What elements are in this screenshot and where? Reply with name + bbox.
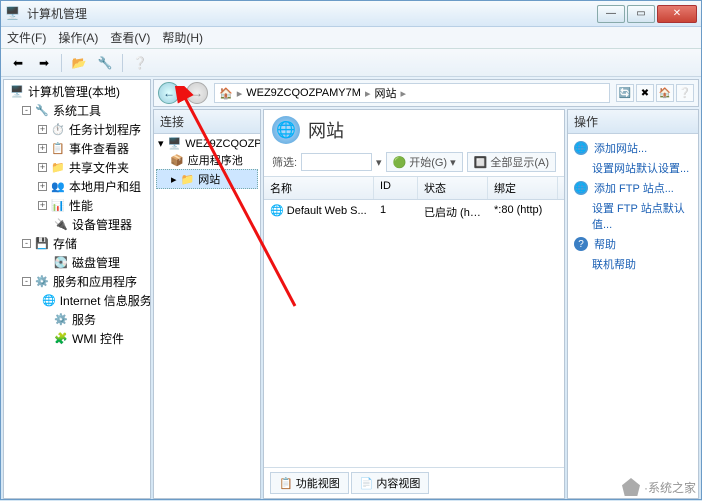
toolbar: ⬅ ➡ 📂 🔧 ❔ <box>1 49 701 77</box>
close-button[interactable]: ✕ <box>657 5 697 23</box>
action-ftp-defaults[interactable]: 设置 FTP 站点默认值... <box>574 198 692 234</box>
tree-storage[interactable]: -💾存储 <box>6 234 148 253</box>
tree-eventviewer[interactable]: +📋事件查看器 <box>6 139 148 158</box>
tree-iis[interactable]: 🌐Internet 信息服务(IIS)管 <box>6 291 148 310</box>
tree-perf[interactable]: +📊性能 <box>6 196 148 215</box>
nav-back-button[interactable]: ← <box>158 82 180 104</box>
connections-header: 连接 <box>154 110 260 134</box>
tree-devmgr[interactable]: 🔌设备管理器 <box>6 215 148 234</box>
tree-localusers[interactable]: +👥本地用户和组 <box>6 177 148 196</box>
sites-grid: 名称 ID 状态 绑定 🌐 Default Web S... 1 已启动 (ht… <box>264 176 564 467</box>
nav-forward-button[interactable]: → <box>186 82 208 104</box>
conn-host[interactable]: ▾🖥️WEZ9ZCQOZPAMY7I <box>156 136 258 151</box>
col-binding[interactable]: 绑定 <box>488 177 558 199</box>
tree-services[interactable]: ⚙️服务 <box>6 310 148 329</box>
up-icon[interactable]: 📂 <box>68 52 90 74</box>
titlebar: 🖥️ 计算机管理 — ▭ ✕ <box>1 1 701 27</box>
table-row[interactable]: 🌐 Default Web S... 1 已启动 (ht... *:80 (ht… <box>264 200 564 224</box>
menu-action[interactable]: 操作(A) <box>58 29 98 46</box>
sites-icon: 🌐 <box>272 116 300 144</box>
filter-label: 筛选: <box>272 154 297 170</box>
forward-icon[interactable]: ➡ <box>33 52 55 74</box>
home-icon: 🏠 <box>219 87 233 100</box>
tree-wmi[interactable]: 🧩WMI 控件 <box>6 329 148 348</box>
conn-sites[interactable]: ▸📁网站 <box>156 169 258 189</box>
filter-input[interactable] <box>301 153 372 171</box>
tree-shared[interactable]: +📁共享文件夹 <box>6 158 148 177</box>
help-icon[interactable]: ❔ <box>129 52 151 74</box>
page-title: 网站 <box>308 117 344 143</box>
app-icon: 🖥️ <box>5 6 21 22</box>
breadcrumb[interactable]: 🏠 ▸ WEZ9ZCQOZPAMY7M ▸ 网站 ▸ <box>214 83 610 103</box>
addr-home-icon[interactable]: 🏠 <box>656 84 674 102</box>
help-circle-icon: ? <box>574 237 588 251</box>
menu-file[interactable]: 文件(F) <box>7 29 46 46</box>
action-add-ftp[interactable]: 🌐添加 FTP 站点... <box>574 178 692 198</box>
actions-header: 操作 <box>568 110 698 134</box>
addr-help-icon[interactable]: ❔ <box>676 84 694 102</box>
connections-pane: 连接 ▾🖥️WEZ9ZCQOZPAMY7I 📦应用程序池 ▸📁网站 <box>153 109 261 499</box>
window-title: 计算机管理 <box>27 5 597 22</box>
globe-icon: 🌐 <box>574 141 588 155</box>
window-controls: — ▭ ✕ <box>597 5 697 23</box>
minimize-button[interactable]: — <box>597 5 625 23</box>
main-pane: 🌐 网站 筛选: ▾ 🟢开始(G)▾ 🔲全部显示(A) 名称 ID <box>263 109 565 499</box>
menu-help[interactable]: 帮助(H) <box>162 29 203 46</box>
conn-apppools[interactable]: 📦应用程序池 <box>156 151 258 169</box>
col-id[interactable]: ID <box>374 177 418 199</box>
tab-content-view[interactable]: 📄内容视图 <box>351 472 430 494</box>
col-name[interactable]: 名称 <box>264 177 374 199</box>
action-add-site[interactable]: 🌐添加网站... <box>574 138 692 158</box>
addr-stop-icon[interactable]: ✖ <box>636 84 654 102</box>
col-status[interactable]: 状态 <box>418 177 488 199</box>
watermark: ·系统之家 <box>622 478 696 496</box>
tab-features-view[interactable]: 📋功能视图 <box>270 472 349 494</box>
maximize-button[interactable]: ▭ <box>627 5 655 23</box>
address-bar: ← → 🏠 ▸ WEZ9ZCQOZPAMY7M ▸ 网站 ▸ 🔄 ✖ 🏠 ❔ <box>153 79 699 107</box>
tree-root[interactable]: 🖥️计算机管理(本地) <box>6 82 148 101</box>
showall-button[interactable]: 🔲全部显示(A) <box>467 152 556 172</box>
tree-systools[interactable]: -🔧系统工具 <box>6 101 148 120</box>
menu-view[interactable]: 查看(V) <box>110 29 150 46</box>
tree-scheduler[interactable]: +⏱️任务计划程序 <box>6 120 148 139</box>
action-help[interactable]: ?帮助 <box>574 234 692 254</box>
mmc-tree: 🖥️计算机管理(本地) -🔧系统工具 +⏱️任务计划程序 +📋事件查看器 +📁共… <box>3 79 151 499</box>
action-online-help[interactable]: 联机帮助 <box>574 254 692 274</box>
tree-diskmgmt[interactable]: 💽磁盘管理 <box>6 253 148 272</box>
actions-pane: 操作 🌐添加网站... 设置网站默认设置... 🌐添加 FTP 站点... 设置… <box>567 109 699 499</box>
site-icon: 🌐 <box>270 205 284 217</box>
watermark-icon <box>622 478 640 496</box>
action-site-defaults[interactable]: 设置网站默认设置... <box>574 158 692 178</box>
refresh-icon[interactable]: 🔧 <box>94 52 116 74</box>
go-button[interactable]: 🟢开始(G)▾ <box>386 152 463 172</box>
breadcrumb-node[interactable]: 网站 <box>374 85 396 101</box>
back-icon[interactable]: ⬅ <box>7 52 29 74</box>
tree-services-apps[interactable]: -⚙️服务和应用程序 <box>6 272 148 291</box>
addr-refresh-icon[interactable]: 🔄 <box>616 84 634 102</box>
breadcrumb-host[interactable]: WEZ9ZCQOZPAMY7M <box>246 87 361 99</box>
ftp-icon: 🌐 <box>574 181 588 195</box>
menubar: 文件(F) 操作(A) 查看(V) 帮助(H) <box>1 27 701 49</box>
